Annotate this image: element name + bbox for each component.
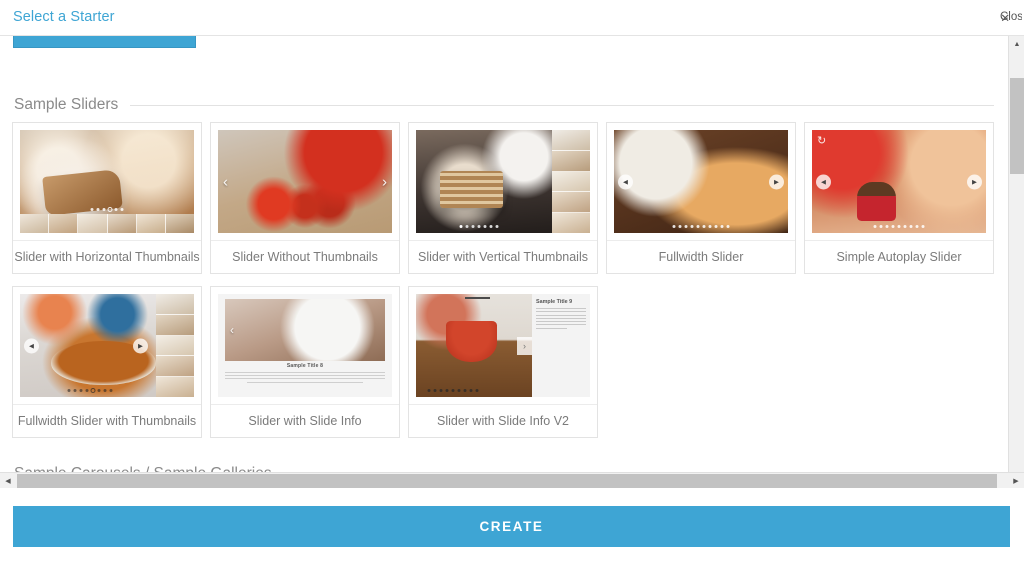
slide-info-panel: Sample Title 8 [225,363,385,395]
starter-card[interactable]: Slider with Horizontal Thumbnails [12,122,202,274]
section-title: Sample Sliders [14,96,119,113]
slide-info-text [225,372,385,383]
next-arrow-icon: ► [133,338,148,353]
starter-card[interactable]: ◄ ► Fullwidth Slider with Thumbnails [12,286,202,438]
card-label: Slider Without Thumbnails [211,240,399,273]
card-label: Fullwidth Slider with Thumbnails [13,404,201,437]
scroll-up-button[interactable]: ▲ [1009,36,1024,52]
vertical-thumbnail-strip [552,130,590,233]
chevron-right-icon: › [382,173,387,190]
create-button[interactable]: CREATE [13,506,1010,547]
prev-arrow-icon: ◄ [816,174,831,189]
preview-image-pastries [614,130,788,233]
preview-image-strawberries [218,130,392,233]
horizontal-thumbnail-strip [20,214,194,233]
slide-info-title: Sample Title 8 [286,363,324,369]
chevron-left-icon: ‹ [223,173,228,190]
card-label: Slider with Horizontal Thumbnails [13,240,201,273]
slide-progress-bar [464,297,491,299]
starter-card[interactable]: Slider with Vertical Thumbnails [408,122,598,274]
next-arrow-icon: ► [967,174,982,189]
card-label: Slider with Vertical Thumbnails [409,240,597,273]
card-preview: ‹ Sample Title 8 [218,294,392,397]
next-arrow-icon: › [517,336,532,355]
scroll-left-button[interactable]: ◀ [0,473,16,489]
starter-list-scroll-area[interactable]: Sample Sliders Slider with Horizontal Th… [0,36,1008,488]
card-preview [416,130,590,233]
slider-dots [459,225,499,228]
card-preview: ‹ › [218,130,392,233]
section-header: Sample Sliders [0,94,1008,116]
starter-picker-dialog: Select a Starter Close ✕ Sample Sliders [0,0,1024,566]
card-preview: ◄ ► [614,130,788,233]
preview-image-salad-bowl [225,299,385,361]
slider-dots [873,225,925,228]
section-sample-sliders: Sample Sliders Slider with Horizontal Th… [0,94,1008,444]
slide-info-title: Sample Title 9 [536,299,573,305]
card-preview: ↻ ◄ ► [812,130,986,233]
horizontal-scrollbar[interactable]: ◀ ▶ [0,472,1024,488]
prev-arrow-icon: ◄ [24,338,39,353]
card-label: Simple Autoplay Slider [805,240,993,273]
card-preview: › Sample Title 9 [416,294,590,397]
starter-card[interactable]: ‹ › Slider Without Thumbnails [210,122,400,274]
chevron-left-icon: ‹ [230,323,234,337]
starter-card[interactable]: ↻ ◄ ► Simple Autoplay Slider [804,122,994,274]
card-preview: ◄ ► [20,294,194,397]
section-divider [130,104,994,106]
starter-card[interactable]: › Sample Title 9 Slider with Slide Info … [408,286,598,438]
starter-card[interactable]: ‹ Sample Title 8 Slider with Slide Info [210,286,400,438]
preview-image-strawberry-bowl [416,294,532,397]
close-icon[interactable]: ✕ [1000,11,1010,25]
scroll-right-button[interactable]: ▶ [1008,473,1024,489]
card-label: Fullwidth Slider [607,240,795,273]
card-label: Slider with Slide Info [211,404,399,437]
slide-image-area: ‹ [225,299,385,361]
vertical-scrollbar[interactable]: ▲ ▼ [1008,36,1024,488]
vertical-thumbnail-strip [156,294,194,397]
dialog-titlebar: Select a Starter Close ✕ [0,0,1024,36]
slider-dots [427,389,479,392]
slide-info-panel: Sample Title 9 [532,294,590,397]
vertical-scroll-thumb[interactable] [1010,78,1024,174]
slide-info-text [536,308,586,329]
slide-image-area: › [416,294,532,397]
card-preview [20,130,194,233]
slider-dots [672,225,730,228]
slider-dots [67,389,113,392]
slider-dots [90,208,124,211]
horizontal-scroll-thumb[interactable] [17,474,997,488]
starter-card[interactable]: ◄ ► Fullwidth Slider [606,122,796,274]
dialog-footer: CREATE [0,494,1024,566]
selected-category-tab[interactable] [13,36,196,48]
dialog-title: Select a Starter [13,9,115,25]
starter-card-grid: Slider with Horizontal Thumbnails ‹ › Sl… [0,116,1008,444]
preview-image-cupcake [812,130,986,233]
autoplay-loop-icon: ↻ [817,135,827,147]
prev-arrow-icon: ◄ [618,174,633,189]
next-arrow-icon: ► [769,174,784,189]
card-label: Slider with Slide Info V2 [409,404,597,437]
